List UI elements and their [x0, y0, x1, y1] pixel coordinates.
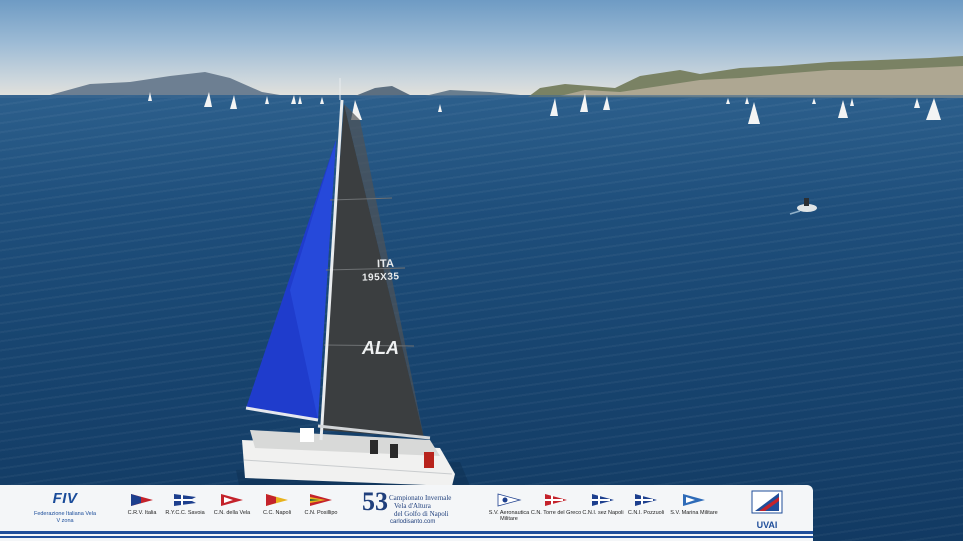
small-headland	[355, 86, 410, 96]
fiv-zone: V zona	[56, 518, 74, 524]
championship-line1: Campionato Invernale	[389, 494, 452, 502]
championship-url: carlodisanto.com	[390, 519, 436, 525]
burgee-icon	[635, 494, 657, 506]
ischia-island	[50, 72, 280, 95]
motor-dinghy	[789, 198, 817, 215]
burgee-icon	[266, 494, 288, 506]
landscape-and-boats	[0, 56, 963, 490]
burgee-icon	[221, 494, 243, 506]
sail-country: ITA	[376, 257, 395, 271]
burgee-icon	[131, 494, 153, 506]
club-cn-torre-del-greco: C.N. Torre del Greco	[530, 493, 582, 516]
bar-stripe	[0, 531, 813, 534]
burgee-icon	[497, 493, 522, 507]
club-sv-aeronautica: S.V. Aeronautica Militare	[483, 493, 535, 523]
club-sv-marina-militare: S.V. Marina Militare	[666, 493, 722, 516]
fiv-mark: FIV	[52, 490, 78, 507]
championship-line3: del Golfo di Napoli	[394, 510, 449, 518]
burgee-icon	[545, 494, 567, 506]
burgee-icon	[592, 494, 614, 506]
fiv-logo: FIV Federazione Italiana Vela V zona	[30, 490, 100, 530]
sail-number: 195X35	[361, 271, 400, 284]
burgee-icon	[683, 494, 705, 506]
bar-stripe-thin	[0, 536, 813, 538]
burgee-icon	[174, 494, 196, 506]
club-rycc-savoia: R.Y.C.C. Savoia	[158, 493, 212, 516]
fiv-name: Federazione Italiana Vela	[33, 511, 97, 517]
championship-line2: Vela d'Altura	[394, 502, 431, 510]
mainsail	[320, 104, 424, 438]
championship-logo: 53 Campionato Invernale Vela d'Altura de…	[360, 487, 460, 531]
sail-name: ALA	[362, 338, 399, 358]
burgee-icon	[310, 494, 332, 506]
uvai-logo: UVAI	[746, 489, 788, 530]
main-sailboat	[236, 78, 470, 490]
club-cni-pozzuoli: C.N.I. Pozzuoli	[619, 493, 673, 516]
photo-scene: ITA 195X35 ALA FIV Federazione Italiana …	[0, 0, 963, 541]
championship-number: 53	[362, 487, 388, 516]
uvai-emblem-icon	[751, 490, 783, 514]
club-cn-posillipo: C.N. Posillipo	[294, 493, 348, 516]
